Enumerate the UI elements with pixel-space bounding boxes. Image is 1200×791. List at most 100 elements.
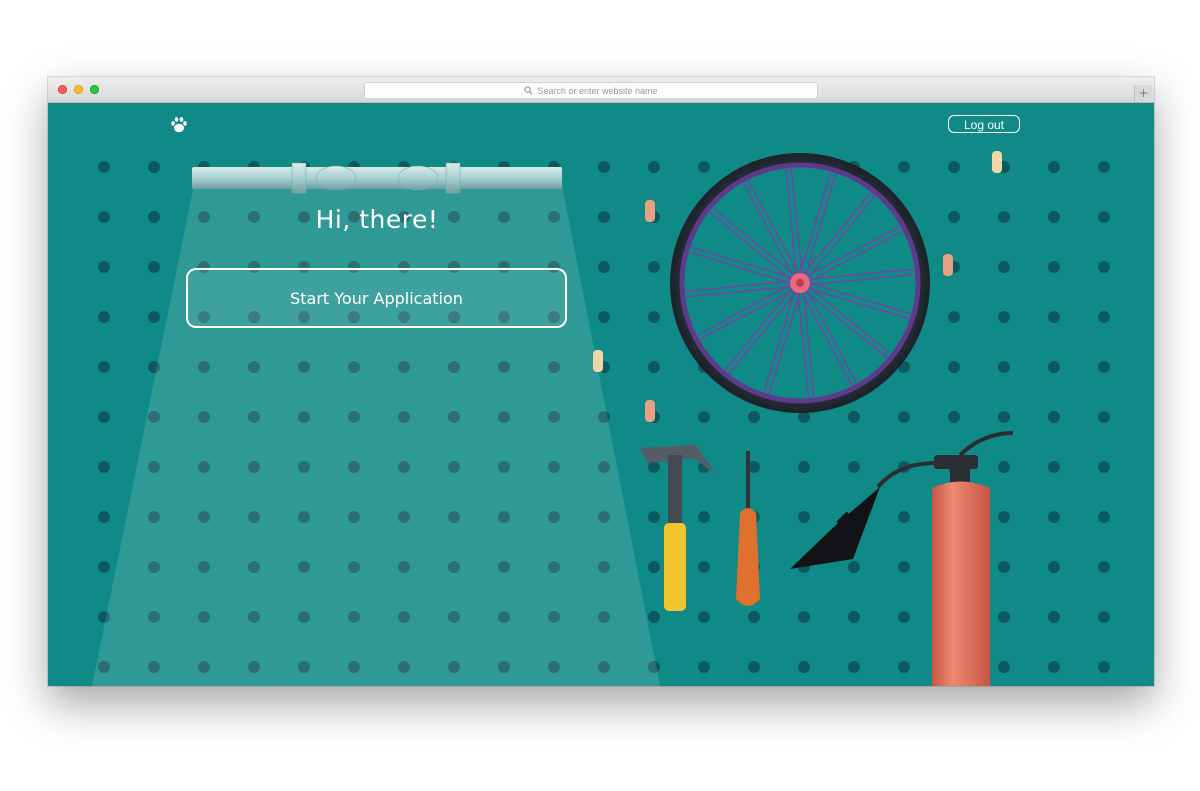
pegboard-hole: [898, 411, 910, 423]
greeting-heading: Hi, there!: [315, 205, 439, 234]
paw-icon[interactable]: [169, 115, 189, 135]
pegboard-hole: [598, 311, 610, 323]
start-application-button[interactable]: Start Your Application: [186, 268, 567, 328]
pegboard-hole: [998, 261, 1010, 273]
pegboard-hole: [148, 211, 160, 223]
pegboard-hole: [1048, 261, 1060, 273]
pegboard-hole: [648, 261, 660, 273]
pegboard-hole: [1098, 211, 1110, 223]
pegboard-hole: [1098, 311, 1110, 323]
pegboard-hole: [998, 561, 1010, 573]
pegboard-hole: [848, 461, 860, 473]
pegboard-hole: [1098, 661, 1110, 673]
pegboard-hole: [1048, 561, 1060, 573]
pegboard-hole: [948, 211, 960, 223]
pegboard-hole: [698, 161, 710, 173]
pegboard-hole: [748, 661, 760, 673]
pegboard-hole: [148, 161, 160, 173]
pegboard-hole: [798, 611, 810, 623]
bicycle-wheel-icon: [670, 153, 930, 413]
pegboard-hole: [648, 561, 660, 573]
pegboard-hole: [648, 511, 660, 523]
pegboard-hole: [1048, 461, 1060, 473]
page-content: Log out Hi, there! Start Your Applicatio…: [48, 103, 1154, 686]
screwdriver-icon: [736, 451, 760, 606]
pegboard-hole: [1048, 311, 1060, 323]
pegboard-hole: [898, 561, 910, 573]
pegboard-hole: [698, 561, 710, 573]
pegboard-hole: [1098, 411, 1110, 423]
pegboard-hole: [1048, 661, 1060, 673]
pegboard-hole: [1098, 611, 1110, 623]
pegboard-hole: [998, 461, 1010, 473]
pegboard-hole: [98, 461, 110, 473]
pegboard-hole: [1098, 261, 1110, 273]
pegboard-hole: [798, 461, 810, 473]
pegboard-hole: [948, 311, 960, 323]
pegboard-hole: [698, 611, 710, 623]
pegboard-hole: [148, 311, 160, 323]
pegboard-hole: [998, 211, 1010, 223]
pegboard-hole: [1048, 161, 1060, 173]
pegboard-hole: [848, 661, 860, 673]
new-tab-button[interactable]: +: [1134, 85, 1152, 102]
pegboard-hole: [698, 661, 710, 673]
close-window-button[interactable]: [58, 85, 67, 94]
pegboard-hole: [898, 511, 910, 523]
pegboard-hole: [898, 661, 910, 673]
pegboard-hole: [898, 161, 910, 173]
browser-window: Search or enter website name + Log out H…: [48, 77, 1154, 686]
logout-button[interactable]: Log out: [948, 115, 1020, 133]
pegboard-hole: [798, 661, 810, 673]
fire-extinguisher-icon: [790, 431, 1014, 686]
pegboard-hole: [1098, 461, 1110, 473]
pegboard-hole: [1048, 611, 1060, 623]
spotlight-pipe-icon: [192, 162, 562, 194]
pegboard-hole: [98, 361, 110, 373]
pegboard-hole: [848, 411, 860, 423]
pegboard-scene: [92, 151, 1110, 686]
pegboard-hole: [998, 661, 1010, 673]
pegboard-hole: [598, 161, 610, 173]
pegboard-hole: [1098, 561, 1110, 573]
pegboard-hole: [148, 261, 160, 273]
pegboard-hole: [998, 411, 1010, 423]
pegboard-hole: [798, 511, 810, 523]
pegboard-hole: [98, 561, 110, 573]
pegboard-hole: [598, 211, 610, 223]
pegboard-hole: [998, 511, 1010, 523]
browser-titlebar: Search or enter website name +: [48, 77, 1154, 103]
minimize-window-button[interactable]: [74, 85, 83, 94]
spotlight-beam: [92, 185, 660, 686]
pegboard-hole: [948, 411, 960, 423]
search-icon: [524, 86, 533, 95]
pegboard-hole: [898, 611, 910, 623]
pegboard-hole: [698, 411, 710, 423]
pegboard-hole: [1048, 361, 1060, 373]
pegboard-hole: [848, 611, 860, 623]
pegboard-hole: [1048, 411, 1060, 423]
pegboard-hole: [98, 261, 110, 273]
pegboard-hole: [648, 611, 660, 623]
pegboard-hole: [98, 411, 110, 423]
address-bar[interactable]: Search or enter website name: [364, 82, 818, 99]
address-bar-placeholder: Search or enter website name: [537, 85, 658, 96]
pegboard-hole: [1048, 211, 1060, 223]
pegboard-hole: [998, 311, 1010, 323]
pegboard-hole: [948, 361, 960, 373]
pegboard-hole: [648, 311, 660, 323]
pegboard-hole: [98, 211, 110, 223]
pegboard-hole: [998, 611, 1010, 623]
pegboard-hole: [748, 611, 760, 623]
maximize-window-button[interactable]: [90, 85, 99, 94]
pegboard-hole: [98, 161, 110, 173]
pegboard-hole: [698, 511, 710, 523]
pegboard-hole: [1098, 161, 1110, 173]
pegboard-hole: [648, 361, 660, 373]
pegboard-hole: [748, 411, 760, 423]
pegboard-hole: [1098, 361, 1110, 373]
pegboard-hole: [648, 161, 660, 173]
pegboard-hole: [948, 161, 960, 173]
pegboard-hole: [98, 311, 110, 323]
pegboard-hole: [598, 261, 610, 273]
